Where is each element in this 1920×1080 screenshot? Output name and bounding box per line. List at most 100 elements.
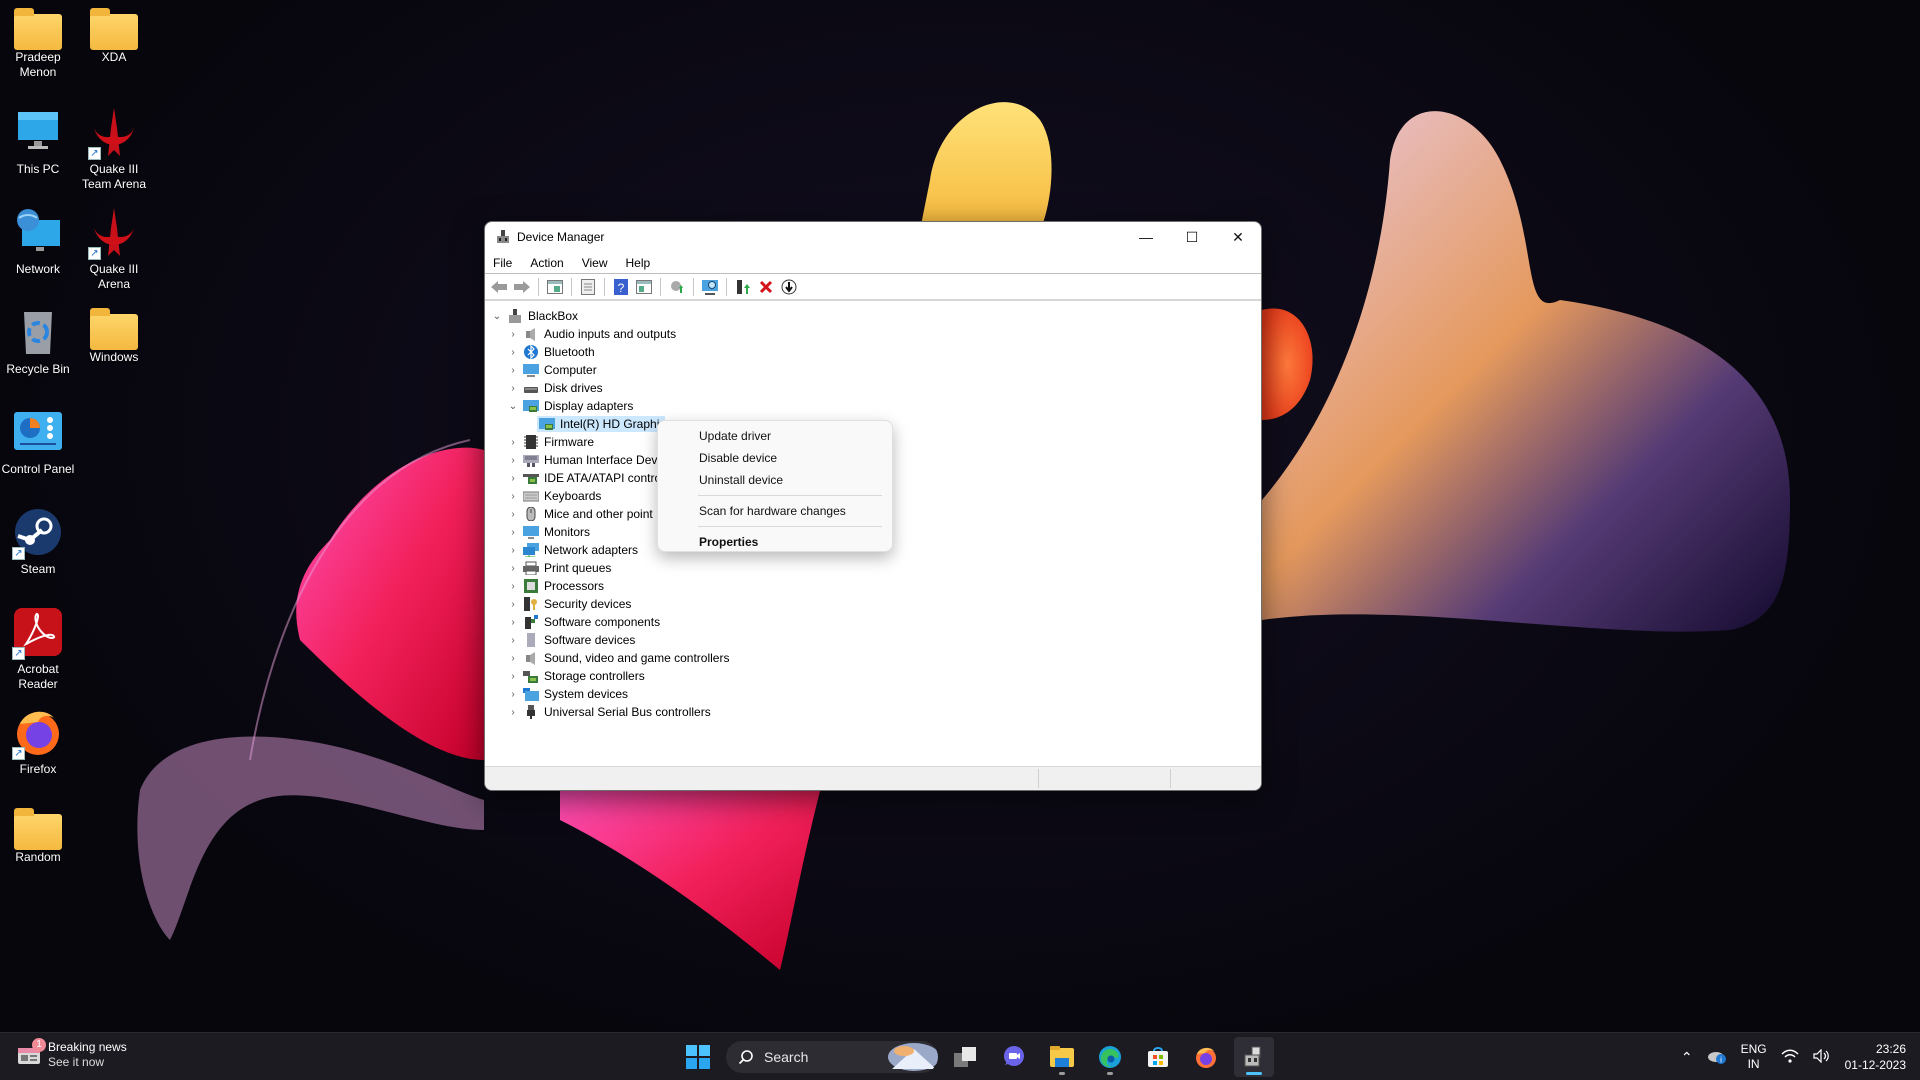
taskbar-task-view[interactable] [946,1037,986,1077]
volume-icon[interactable] [1813,1048,1831,1066]
tree-item-content[interactable]: Intel(R) HD Graphi [537,416,666,432]
chevron-right-icon[interactable]: › [505,473,521,484]
tree-item-content[interactable]: Storage controllers [521,668,647,684]
chevron-right-icon[interactable]: › [505,455,521,466]
desktop-icon-firefox[interactable]: ↗ Firefox [0,708,76,777]
chevron-right-icon[interactable]: › [505,545,521,556]
context-menu-uninstall-device[interactable]: Uninstall device [662,469,888,491]
disable-device-icon[interactable] [779,277,799,297]
chevron-right-icon[interactable]: › [505,653,521,664]
tree-item-content[interactable]: Human Interface Dev [521,452,659,468]
tree-category-universal-serial-bus-controllers[interactable]: › Universal Serial Bus controllers [485,703,1261,721]
context-menu-update-driver[interactable]: Update driver [662,425,888,447]
wifi-icon[interactable] [1781,1049,1799,1066]
chevron-right-icon[interactable]: › [505,689,521,700]
desktop-icon-recycle-bin[interactable]: Recycle Bin [0,308,76,377]
tree-category-software-components[interactable]: › Software components [485,613,1261,631]
chevron-right-icon[interactable]: › [505,707,521,718]
properties-icon[interactable] [578,277,598,297]
chevron-right-icon[interactable]: › [505,581,521,592]
tree-item-content[interactable]: Firmware [521,434,596,450]
desktop-icon-this-pc[interactable]: This PC [0,108,76,177]
tree-item-content[interactable]: Keyboards [521,488,603,504]
chevron-right-icon[interactable]: › [505,383,521,394]
chevron-right-icon[interactable]: › [505,563,521,574]
tree-item-content[interactable]: Software devices [521,632,637,648]
show-hide-console-tree-icon[interactable] [545,277,565,297]
taskbar-microsoft-store[interactable] [1138,1037,1178,1077]
tree-item-content[interactable]: Processors [521,578,606,594]
desktop-icon-quake-iii-team-arena[interactable]: ↗ Quake III Team Arena [76,108,152,192]
taskbar-teams-chat[interactable] [994,1037,1034,1077]
tree-item-content[interactable]: Display adapters [521,398,635,414]
update-driver-icon[interactable] [667,277,687,297]
tree-item-content[interactable]: Print queues [521,560,613,576]
chevron-right-icon[interactable]: › [505,617,521,628]
chevron-right-icon[interactable]: › [505,635,521,646]
chevron-right-icon[interactable]: › [505,599,521,610]
tree-item-content[interactable]: Mice and other point [521,506,655,522]
start-button[interactable] [678,1037,718,1077]
tree-item-content[interactable]: Security devices [521,596,633,612]
desktop-icon-acrobat-reader[interactable]: ↗ Acrobat Reader [0,608,76,692]
context-menu-scan-for-hardware-changes[interactable]: Scan for hardware changes [662,500,888,522]
tree-item-content[interactable]: Bluetooth [521,344,597,360]
tree-item-content[interactable]: Universal Serial Bus controllers [521,704,713,720]
tree-category-display-adapters[interactable]: ⌄ Display adapters [485,397,1261,415]
tree-item-content[interactable]: System devices [521,686,630,702]
back-icon[interactable] [489,277,509,297]
taskbar-firefox[interactable] [1186,1037,1226,1077]
tree-root-blackbox[interactable]: ⌄ BlackBox [485,307,1261,325]
chevron-right-icon[interactable]: › [505,491,521,502]
tree-item-content[interactable]: IDE ATA/ATAPI contro [521,470,663,486]
tree-category-audio-inputs-and-outputs[interactable]: › Audio inputs and outputs [485,325,1261,343]
onedrive-icon[interactable]: i [1707,1048,1727,1067]
chevron-right-icon[interactable]: › [505,671,521,682]
desktop-icon-xda[interactable]: XDA [76,8,152,65]
menu-help[interactable]: Help [626,256,659,270]
title-bar[interactable]: Device Manager — ☐ ✕ [485,222,1261,252]
show-hide-action-pane-icon[interactable] [634,277,654,297]
input-language-indicator[interactable]: ENG IN [1741,1042,1767,1072]
chevron-right-icon[interactable]: › [505,347,521,358]
tree-category-software-devices[interactable]: › Software devices [485,631,1261,649]
tree-item-content[interactable]: BlackBox [505,308,580,324]
tree-category-computer[interactable]: › Computer [485,361,1261,379]
chevron-right-icon[interactable]: › [505,509,521,520]
forward-icon[interactable] [512,277,532,297]
chevron-down-icon[interactable]: ⌄ [505,401,521,412]
tree-category-storage-controllers[interactable]: › Storage controllers [485,667,1261,685]
tree-category-system-devices[interactable]: › System devices [485,685,1261,703]
help-icon[interactable]: ? [611,277,631,297]
scan-hardware-icon[interactable] [700,277,720,297]
clock[interactable]: 23:26 01-12-2023 [1845,1041,1906,1073]
desktop-icon-quake-iii-arena[interactable]: ↗ Quake III Arena [76,208,152,292]
desktop-icon-network[interactable]: Network [0,208,76,277]
taskbar-search[interactable]: Search [726,1041,938,1073]
tree-category-security-devices[interactable]: › Security devices [485,595,1261,613]
taskbar-edge[interactable] [1090,1037,1130,1077]
context-menu-properties[interactable]: Properties [662,531,888,553]
context-menu-disable-device[interactable]: Disable device [662,447,888,469]
chevron-right-icon[interactable]: › [505,527,521,538]
taskbar-device-manager[interactable] [1234,1037,1274,1077]
desktop-icon-control-panel[interactable]: Control Panel [0,408,76,477]
desktop-icon-windows[interactable]: Windows [76,308,152,365]
chevron-right-icon[interactable]: › [505,329,521,340]
tree-category-bluetooth[interactable]: › Bluetooth [485,343,1261,361]
menu-file[interactable]: File [493,256,520,270]
tree-category-print-queues[interactable]: › Print queues [485,559,1261,577]
tree-item-content[interactable]: Disk drives [521,380,605,396]
close-button[interactable]: ✕ [1215,222,1261,252]
chevron-right-icon[interactable]: › [505,437,521,448]
desktop-icon-pradeep-menon[interactable]: Pradeep Menon [0,8,76,80]
chevron-down-icon[interactable]: ⌄ [489,311,505,322]
tree-item-content[interactable]: Computer [521,362,599,378]
taskbar-file-explorer[interactable] [1042,1037,1082,1077]
news-widget[interactable]: 1 Breaking news See it now [18,1038,127,1070]
desktop-icon-steam[interactable]: ↗ Steam [0,508,76,577]
tree-item-content[interactable]: Software components [521,614,662,630]
show-hidden-icons-chevron-icon[interactable]: ⌃ [1681,1049,1693,1066]
chevron-right-icon[interactable]: › [505,365,521,376]
menu-action[interactable]: Action [530,256,571,270]
